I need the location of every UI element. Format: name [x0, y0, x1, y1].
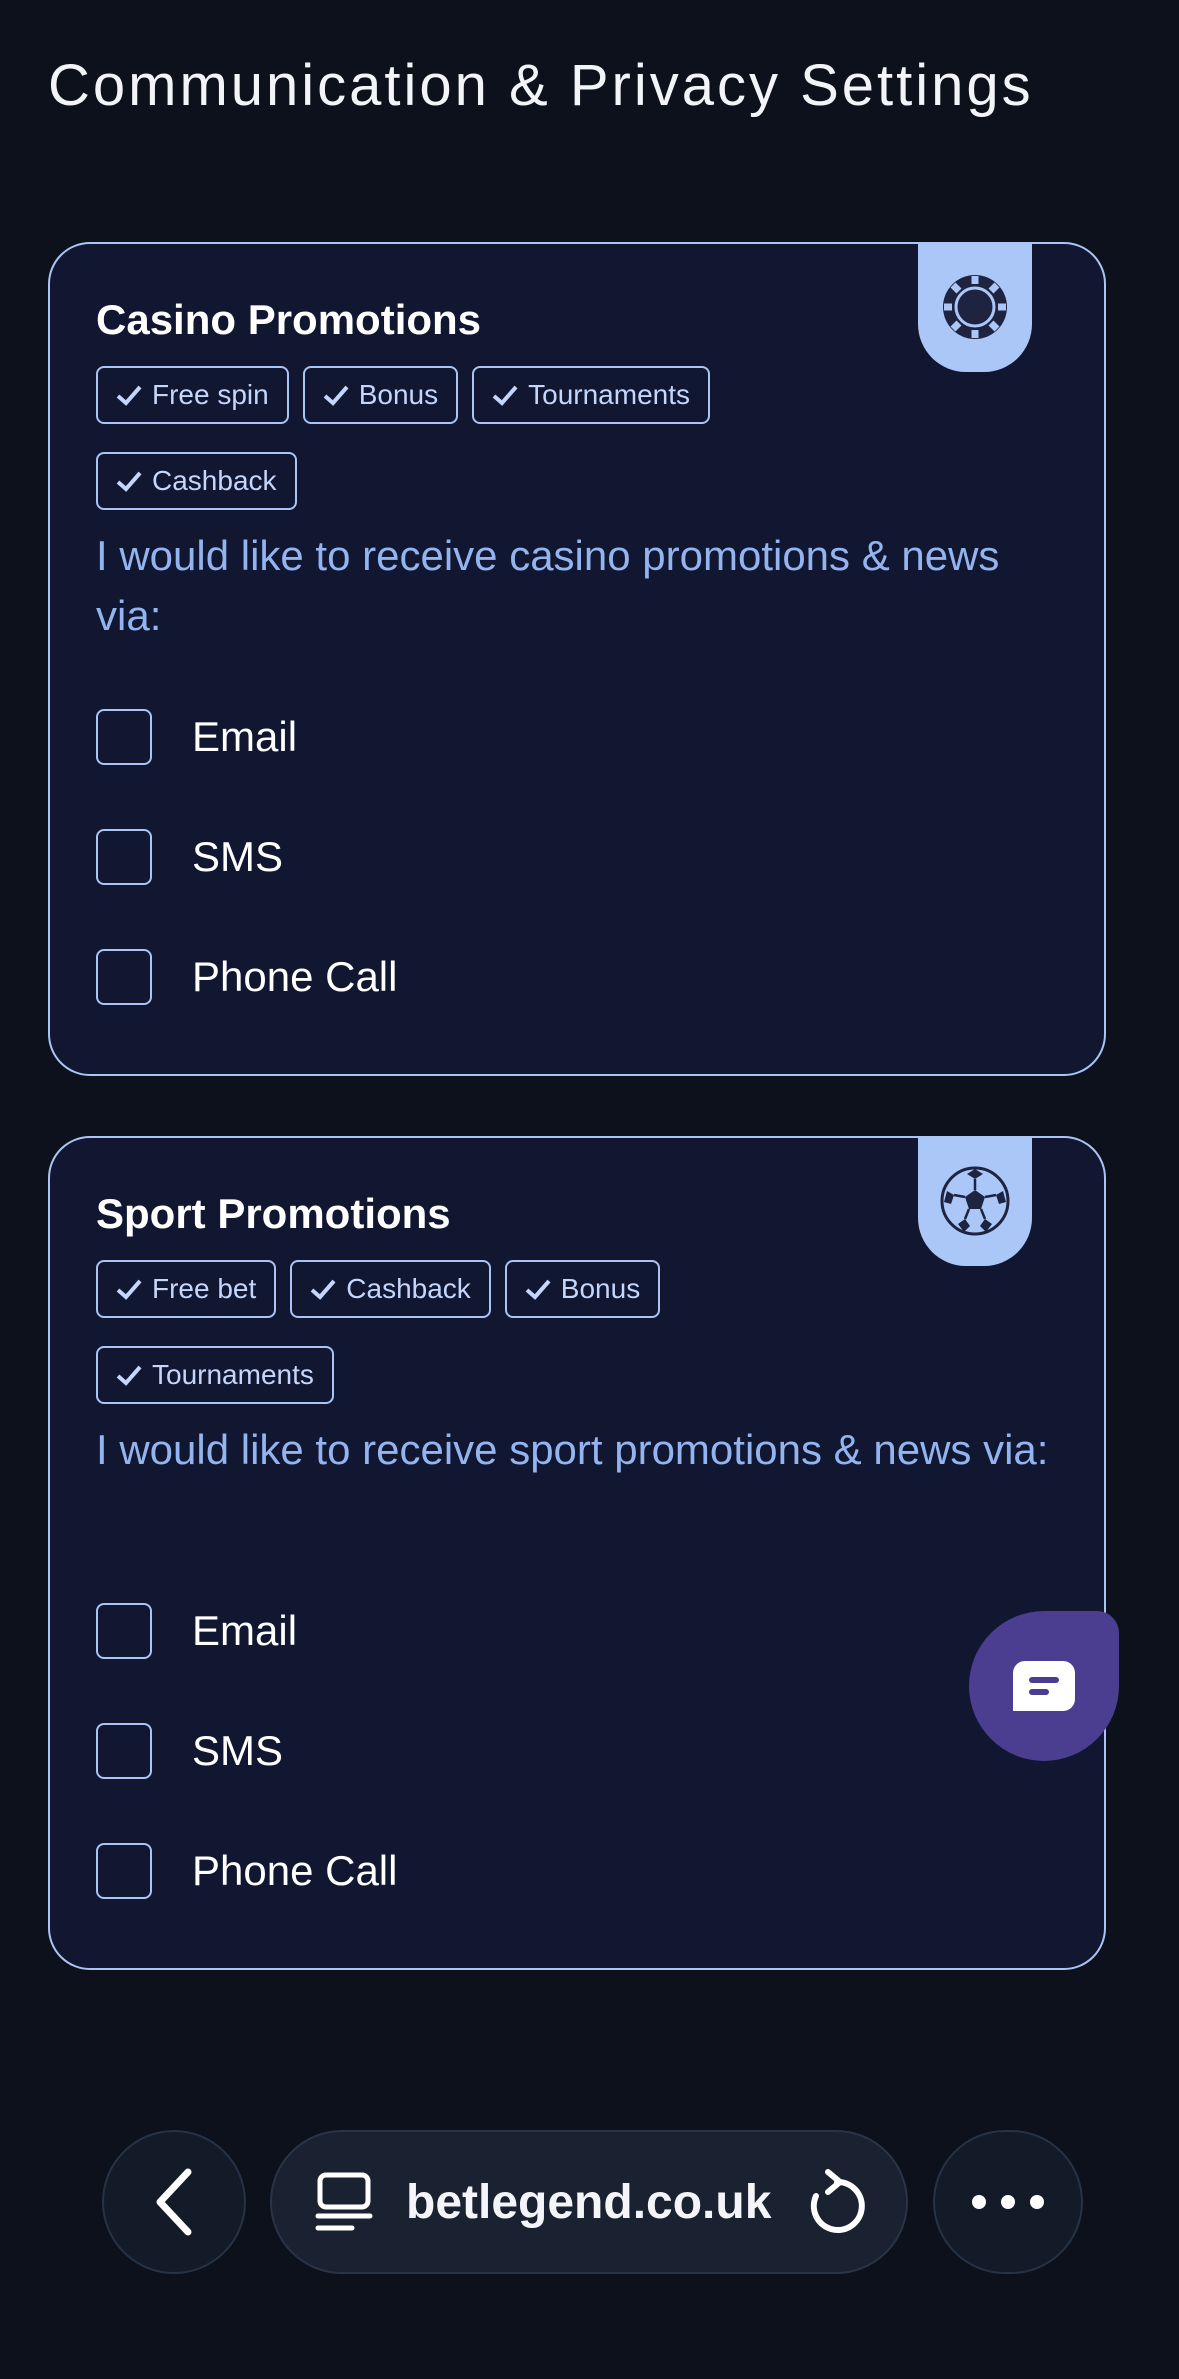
tag-cashback: Cashback [96, 452, 297, 510]
sport-options: Email SMS Phone Call [96, 1603, 397, 1963]
casino-description: I would like to receive casino promotion… [96, 532, 1000, 639]
url-text: betlegend.co.uk [406, 2175, 772, 2229]
casino-options: Email SMS Phone Call [96, 709, 397, 1069]
casino-option-sms[interactable]: SMS [96, 829, 397, 885]
casino-chip-icon [918, 242, 1032, 372]
chevron-left-icon [156, 2168, 192, 2236]
tag-label: Free spin [152, 379, 269, 410]
tag-label: Cashback [152, 465, 277, 496]
casino-tags: Free spin Bonus Tournaments Cashback [96, 366, 816, 510]
option-label: SMS [192, 833, 284, 880]
sms-checkbox[interactable] [96, 1723, 152, 1779]
browser-toolbar: betlegend.co.uk [0, 2130, 1179, 2280]
reload-icon[interactable] [806, 2168, 868, 2236]
sport-tags: Free bet Cashback Bonus Tournaments [96, 1260, 816, 1404]
email-checkbox[interactable] [96, 709, 152, 765]
page-title: Communication & Privacy Settings [48, 53, 1034, 118]
option-label: Phone Call [192, 1847, 398, 1894]
chat-button[interactable] [969, 1611, 1119, 1761]
check-icon [116, 1279, 142, 1300]
sms-checkbox[interactable] [96, 829, 152, 885]
check-icon [116, 471, 142, 492]
tag-free-spin: Free spin [96, 366, 289, 424]
tag-cashback: Cashback [290, 1260, 491, 1318]
site-info-icon [315, 2172, 373, 2231]
sport-promotions-card: Sport Promotions Free bet Cashback Bonus… [48, 1136, 1106, 1970]
more-options-button[interactable] [933, 2130, 1083, 2274]
check-icon [525, 1279, 551, 1300]
casino-option-email[interactable]: Email [96, 709, 397, 765]
tag-bonus: Bonus [504, 1260, 661, 1318]
settings-page: Communication & Privacy Settings Casino … [0, 0, 1179, 2379]
sport-option-email[interactable]: Email [96, 1603, 397, 1659]
casino-promotions-card: Casino Promotions Free spin Bonus Tourna… [48, 242, 1106, 1076]
tag-tournaments: Tournaments [472, 366, 710, 424]
email-checkbox[interactable] [96, 1603, 152, 1659]
casino-option-phone-call[interactable]: Phone Call [96, 949, 397, 1005]
tag-label: Free bet [152, 1273, 257, 1304]
sport-card-title: Sport Promotions [96, 1190, 451, 1237]
tag-free-bet: Free bet [96, 1260, 277, 1318]
sport-option-phone-call[interactable]: Phone Call [96, 1843, 397, 1899]
more-dots-icon [972, 2195, 1044, 2209]
tag-label: Bonus [560, 1273, 641, 1304]
option-label: Email [192, 1607, 298, 1654]
sport-option-sms[interactable]: SMS [96, 1723, 397, 1779]
tag-bonus: Bonus [302, 366, 459, 424]
tag-label: Cashback [346, 1273, 471, 1304]
check-icon [116, 385, 142, 406]
option-label: Phone Call [192, 953, 398, 1000]
chat-bubble-icon [1013, 1661, 1075, 1711]
check-icon [492, 385, 518, 406]
check-icon [323, 385, 349, 406]
tag-tournaments: Tournaments [96, 1346, 334, 1404]
soccer-ball-icon [918, 1136, 1032, 1266]
back-button[interactable] [102, 2130, 246, 2274]
option-label: Email [192, 713, 298, 760]
tag-label: Tournaments [152, 1359, 314, 1390]
address-bar[interactable]: betlegend.co.uk [270, 2130, 908, 2274]
option-label: SMS [192, 1727, 284, 1774]
tag-label: Tournaments [528, 379, 690, 410]
casino-card-title: Casino Promotions [96, 296, 482, 343]
phone-call-checkbox[interactable] [96, 949, 152, 1005]
phone-call-checkbox[interactable] [96, 1843, 152, 1899]
check-icon [310, 1279, 336, 1300]
tag-label: Bonus [358, 379, 439, 410]
check-icon [116, 1365, 142, 1386]
sport-description: I would like to receive sport promotions… [96, 1426, 1049, 1473]
